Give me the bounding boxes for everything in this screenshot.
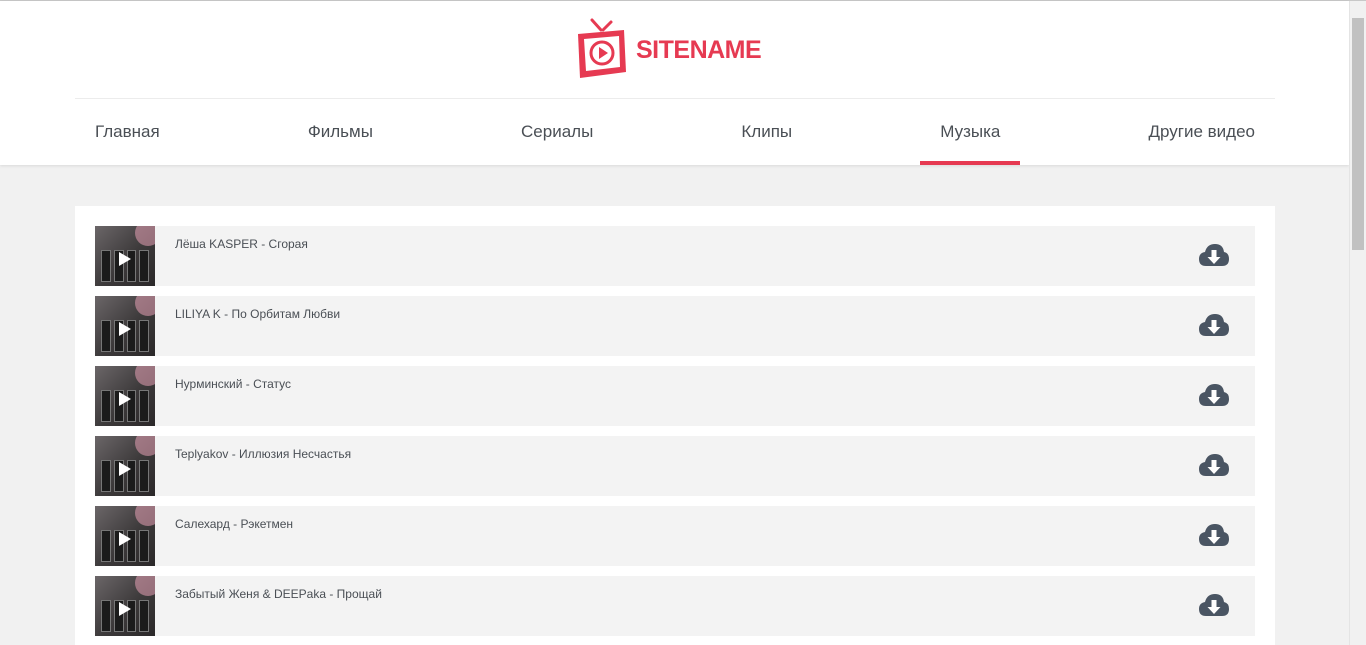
cloud-download-icon[interactable] bbox=[1198, 310, 1230, 342]
list-item: Салехард - Рэкетмен bbox=[95, 506, 1255, 566]
thumbnail-decoration bbox=[135, 226, 155, 246]
play-icon[interactable] bbox=[119, 532, 131, 546]
list-item: Teplyakov - Иллюзия Несчастья bbox=[95, 436, 1255, 496]
list-item: Лёша KASPER - Сгорая bbox=[95, 226, 1255, 286]
track-thumbnail[interactable] bbox=[95, 506, 155, 566]
cloud-download-icon[interactable] bbox=[1198, 520, 1230, 552]
track-title[interactable]: LILIYA K - По Орбитам Любви bbox=[175, 307, 340, 321]
site-name: SITENAME bbox=[636, 35, 762, 64]
track-thumbnail[interactable] bbox=[95, 296, 155, 356]
nav-item-home[interactable]: Главная bbox=[75, 99, 180, 165]
track-list: Лёша KASPER - Сгорая LILIYA K - По Орбит… bbox=[75, 206, 1275, 645]
site-logo[interactable]: SITENAME bbox=[574, 15, 774, 81]
play-icon[interactable] bbox=[119, 602, 131, 616]
cloud-download-icon[interactable] bbox=[1198, 590, 1230, 622]
scrollbar-thumb[interactable] bbox=[1352, 18, 1364, 250]
page-scrollbar[interactable] bbox=[1349, 1, 1366, 645]
tv-play-icon bbox=[578, 18, 626, 78]
play-icon[interactable] bbox=[119, 252, 131, 266]
nav-item-movies[interactable]: Фильмы bbox=[288, 99, 393, 165]
thumbnail-decoration bbox=[135, 436, 155, 456]
page: SITENAME Главная Фильмы Сериалы Клипы Му… bbox=[0, 1, 1349, 645]
track-title[interactable]: Teplyakov - Иллюзия Несчастья bbox=[175, 447, 351, 461]
thumbnail-decoration bbox=[135, 366, 155, 386]
list-item: Забытый Женя & DEEPaka - Прощай bbox=[95, 576, 1255, 636]
play-icon[interactable] bbox=[119, 392, 131, 406]
list-item: Нурминский - Статус bbox=[95, 366, 1255, 426]
track-thumbnail[interactable] bbox=[95, 576, 155, 636]
site-header: SITENAME Главная Фильмы Сериалы Клипы Му… bbox=[0, 1, 1349, 165]
track-title[interactable]: Нурминский - Статус bbox=[175, 377, 291, 391]
cloud-download-icon[interactable] bbox=[1198, 450, 1230, 482]
thumbnail-decoration bbox=[135, 296, 155, 316]
nav-item-series[interactable]: Сериалы bbox=[501, 99, 613, 165]
play-icon[interactable] bbox=[119, 322, 131, 336]
track-title[interactable]: Забытый Женя & DEEPaka - Прощай bbox=[175, 587, 382, 601]
nav-item-clips[interactable]: Клипы bbox=[721, 99, 812, 165]
play-icon[interactable] bbox=[119, 462, 131, 476]
track-thumbnail[interactable] bbox=[95, 436, 155, 496]
main-nav: Главная Фильмы Сериалы Клипы Музыка Друг… bbox=[75, 99, 1275, 165]
list-item: LILIYA K - По Орбитам Любви bbox=[95, 296, 1255, 356]
thumbnail-decoration bbox=[135, 506, 155, 526]
nav-item-other-videos[interactable]: Другие видео bbox=[1128, 99, 1275, 165]
track-title[interactable]: Салехард - Рэкетмен bbox=[175, 517, 293, 531]
track-thumbnail[interactable] bbox=[95, 226, 155, 286]
cloud-download-icon[interactable] bbox=[1198, 240, 1230, 272]
track-thumbnail[interactable] bbox=[95, 366, 155, 426]
thumbnail-decoration bbox=[135, 576, 155, 596]
track-title[interactable]: Лёша KASPER - Сгорая bbox=[175, 237, 308, 251]
nav-item-music[interactable]: Музыка bbox=[920, 99, 1021, 165]
cloud-download-icon[interactable] bbox=[1198, 380, 1230, 412]
